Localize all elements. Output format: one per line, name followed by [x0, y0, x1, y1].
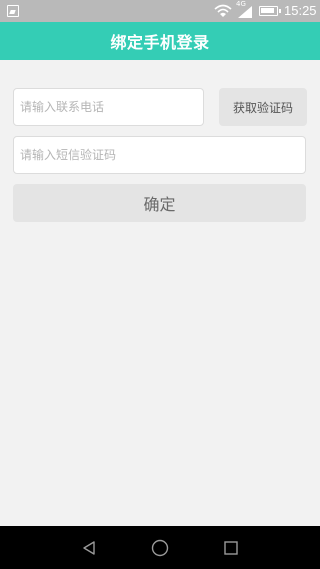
title-bar: 绑定手机登录: [0, 22, 320, 60]
battery-icon: [259, 6, 281, 16]
phone-number-input[interactable]: [13, 88, 204, 126]
confirm-button[interactable]: 确定: [13, 184, 306, 222]
status-time: 15:25: [284, 3, 317, 18]
back-icon[interactable]: [77, 536, 101, 560]
get-code-button[interactable]: 获取验证码: [219, 88, 307, 126]
navigation-bar: [0, 526, 320, 569]
sms-code-input[interactable]: [13, 136, 306, 174]
status-bar: 4G 15:25: [0, 0, 320, 22]
home-icon[interactable]: [148, 536, 172, 560]
page-title: 绑定手机登录: [110, 33, 210, 52]
signal-icon: [238, 6, 252, 18]
wifi-icon: [214, 4, 232, 17]
image-icon: [7, 5, 19, 17]
recent-apps-icon[interactable]: [219, 536, 243, 560]
